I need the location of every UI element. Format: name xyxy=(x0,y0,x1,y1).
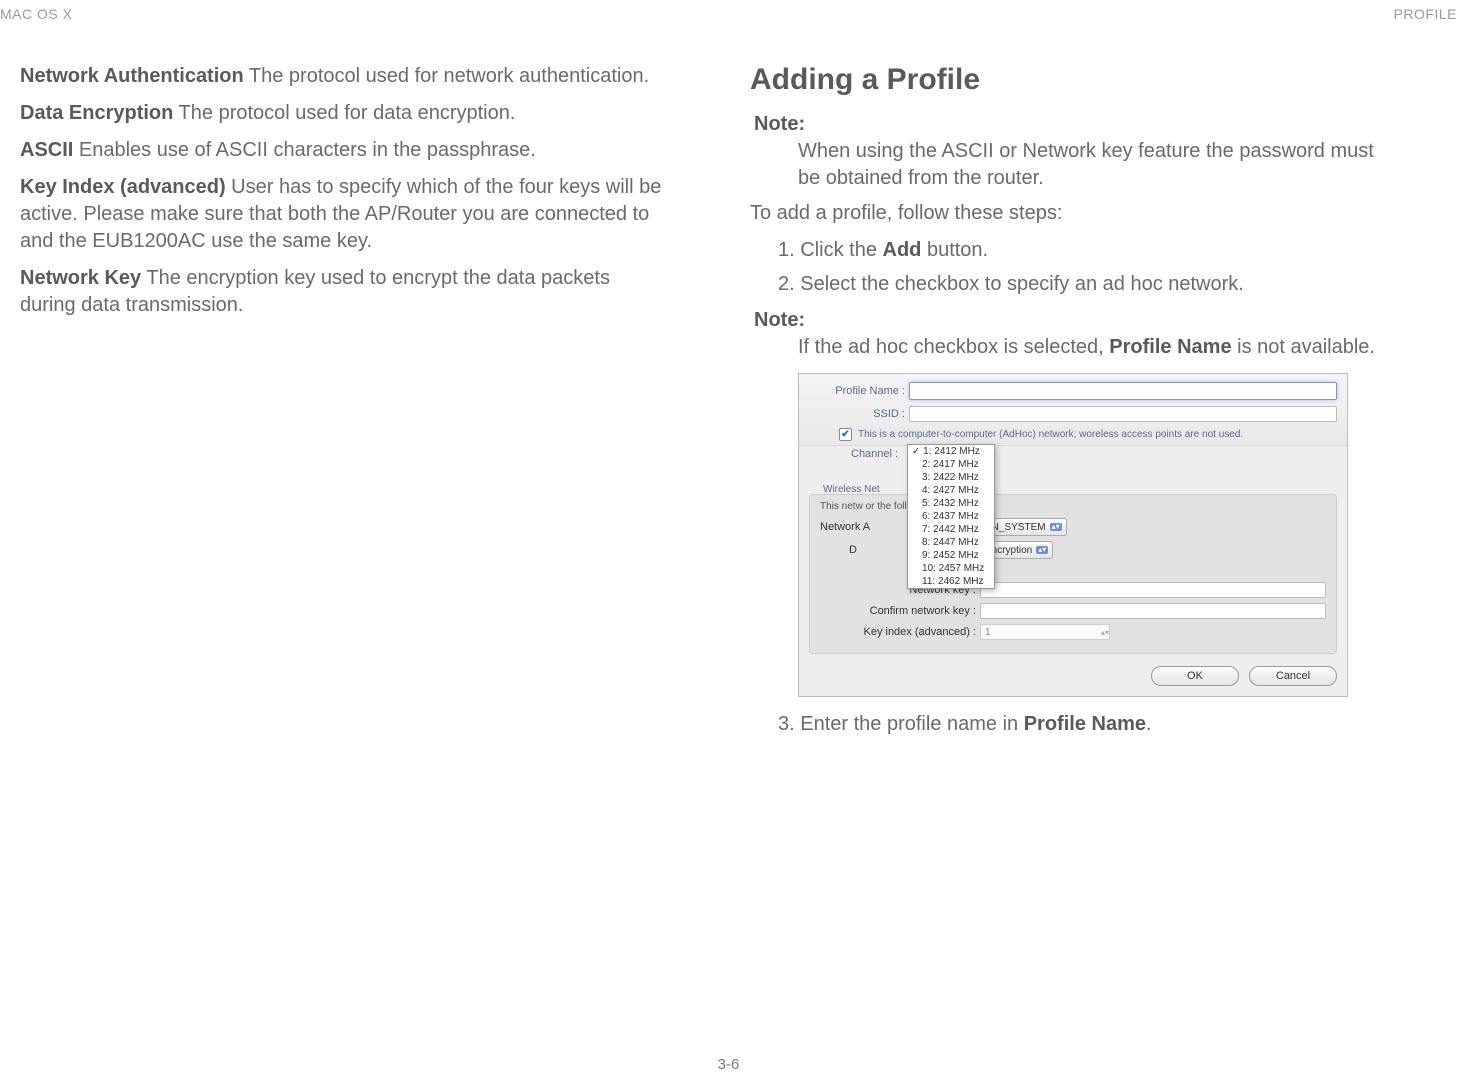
security-panel: This netw or the following : Network A E… xyxy=(809,494,1337,654)
def-ascii: ASCII Enables use of ASCII characters in… xyxy=(20,137,670,164)
step-3: 3. Enter the profile name in Profile Nam… xyxy=(778,709,1400,739)
channel-option[interactable]: 6: 2437 MHz xyxy=(908,510,994,523)
steps-list-b: 3. Enter the profile name in Profile Nam… xyxy=(778,709,1400,739)
confirm-key-input[interactable] xyxy=(980,603,1326,619)
right-column: Adding a Profile Note: When using the AS… xyxy=(750,63,1400,749)
ssid-input[interactable] xyxy=(909,406,1337,422)
adhoc-text: This is a computer-to-computer (AdHoc) n… xyxy=(858,429,1243,440)
key-index-select[interactable]: 1▴▾ xyxy=(980,624,1110,640)
profile-name-label: Profile Name : xyxy=(809,385,909,397)
data-encryption-label: D xyxy=(820,544,890,556)
network-key-input[interactable] xyxy=(980,582,1326,598)
left-column: Network Authentication The protocol used… xyxy=(20,63,670,749)
header-left: MAC OS X xyxy=(0,6,72,22)
adhoc-checkbox[interactable]: ✔ xyxy=(839,428,852,441)
channel-option[interactable]: 5: 2432 MHz xyxy=(908,497,994,510)
confirm-key-label: Confirm network key : xyxy=(820,605,980,617)
channel-option[interactable]: 3: 2422 MHz xyxy=(908,471,994,484)
channel-option[interactable]: 10: 2457 MHz xyxy=(908,562,994,575)
cancel-button[interactable]: Cancel xyxy=(1249,666,1337,686)
page-number: 3-6 xyxy=(718,1056,740,1073)
channel-option[interactable]: 7: 2442 MHz xyxy=(908,523,994,536)
panel-top-text: This netw or the following : xyxy=(820,501,1326,512)
def-network-auth: Network Authentication The protocol used… xyxy=(20,63,670,90)
profile-name-input[interactable] xyxy=(909,382,1337,400)
channel-option[interactable]: 4: 2427 MHz xyxy=(908,484,994,497)
header-right: PROFILE xyxy=(1394,6,1457,22)
network-auth-label: Network A xyxy=(820,521,890,533)
channel-option[interactable]: 8: 2447 MHz xyxy=(908,536,994,549)
key-index-label: Key index (advanced) : xyxy=(820,626,980,638)
def-data-encryption: Data Encryption The protocol used for da… xyxy=(20,100,670,127)
ok-button[interactable]: OK xyxy=(1151,666,1239,686)
channel-option[interactable]: 2: 2417 MHz xyxy=(908,458,994,471)
step-1: 1. Click the Add button. xyxy=(778,235,1400,265)
channel-option[interactable]: 9: 2452 MHz xyxy=(908,549,994,562)
channel-dropdown[interactable]: 1: 2412 MHz 2: 2417 MHz 3: 2422 MHz 4: 2… xyxy=(907,444,995,589)
wireless-net-label: Wireless Net xyxy=(823,484,880,495)
steps-list-a: 1. Click the Add button. 2. Select the c… xyxy=(778,235,1400,299)
channel-option[interactable]: 11: 2462 MHz xyxy=(908,575,994,588)
note-label-1: Note: xyxy=(754,113,1400,136)
note-body-1: When using the ASCII or Network key feat… xyxy=(798,138,1400,192)
profile-dialog-screenshot: Profile Name : SSID : ✔ This is a comput… xyxy=(798,373,1348,697)
def-key-index: Key Index (advanced) User has to specify… xyxy=(20,174,670,255)
intro-text: To add a profile, follow these steps: xyxy=(750,202,1400,225)
note-body-2: If the ad hoc checkbox is selected, Prof… xyxy=(798,334,1400,361)
ssid-label: SSID : xyxy=(809,408,909,420)
channel-option[interactable]: 1: 2412 MHz xyxy=(908,445,994,458)
note-label-2: Note: xyxy=(754,309,1400,332)
channel-label: Channel : xyxy=(851,448,898,460)
heading-adding-profile: Adding a Profile xyxy=(750,63,1400,97)
def-network-key: Network Key The encryption key used to e… xyxy=(20,265,670,319)
step-2: 2. Select the checkbox to specify an ad … xyxy=(778,269,1400,299)
